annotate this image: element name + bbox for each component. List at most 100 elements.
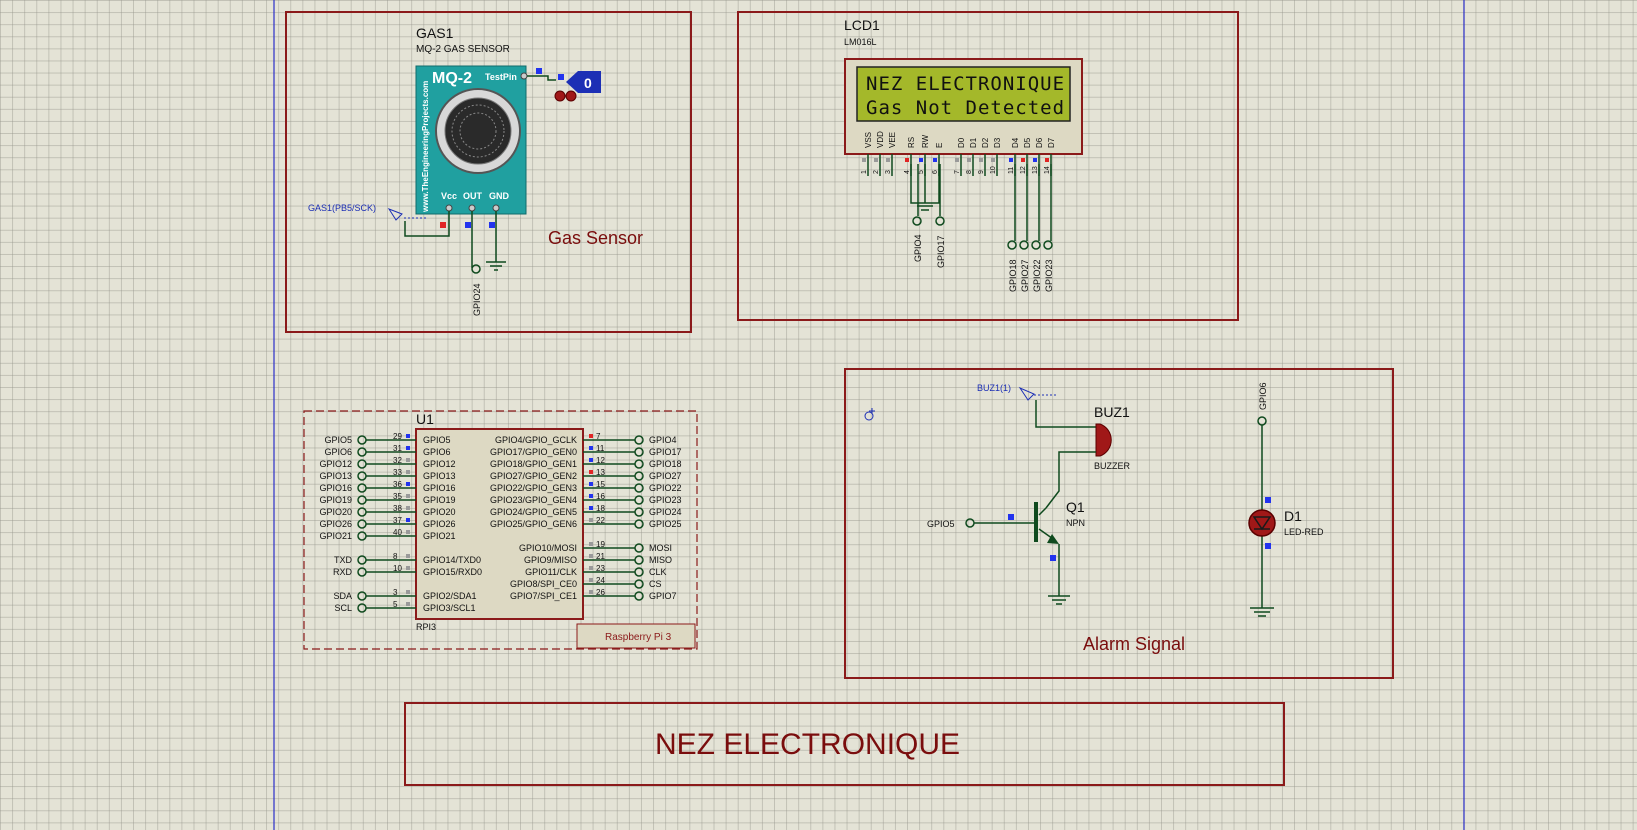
rpi-left-inner-label: GPIO19 (423, 495, 456, 505)
rpi-right-terminal[interactable] (634, 459, 644, 469)
lcd-pin-number: 8 (966, 170, 973, 174)
rpi-left-terminal[interactable] (357, 447, 367, 457)
rpi-left-terminal[interactable] (357, 507, 367, 517)
rpi-left-ext-label: GPIO20 (319, 507, 352, 517)
raspberry-pi-section[interactable]: U1 RPI3 Raspberry Pi 3 GPIO5 29 GPIO5 GPIO6… (303, 410, 698, 650)
rpi-right-terminal[interactable] (634, 591, 644, 601)
rpi-left-terminal[interactable] (357, 435, 367, 445)
rpi-left-ext-label: TXD (334, 555, 353, 565)
rpi-right-terminal[interactable] (634, 447, 644, 457)
alarm-section[interactable]: BUZ1(1) BUZ1 BUZZER GPIO5 Q1 NPN GPIO6 D… (844, 368, 1394, 679)
lcd-pin-name: RS (907, 137, 916, 148)
lcd-pin-marker (967, 158, 971, 162)
lcd-pin-name: VSS (864, 132, 873, 148)
rpi-right-terminal[interactable] (634, 555, 644, 565)
lcd-terminal-gpio27[interactable] (1019, 240, 1029, 250)
rpi-right-terminal[interactable] (634, 471, 644, 481)
rpi-left-pin-marker (406, 494, 410, 498)
rpi-left-terminal[interactable] (357, 567, 367, 577)
rpi-right-ext-label: GPIO22 (649, 483, 682, 493)
lcd-terminal-label-5: GPIO23 (1044, 259, 1054, 292)
rpi-right-inner-label: GPIO4/GPIO_GCLK (495, 435, 577, 445)
rpi-right-pin-number: 13 (596, 468, 605, 477)
lcd-terminal-gpio23[interactable] (1043, 240, 1053, 250)
rpi-left-inner-label: GPIO26 (423, 519, 456, 529)
gas-part: MQ-2 GAS SENSOR (416, 44, 510, 55)
lcd-pin-name: D0 (957, 137, 966, 148)
lcd-pin-number: 10 (990, 166, 997, 174)
led-icon[interactable] (1248, 509, 1276, 537)
rpi-right-inner-label: GPIO24/GPIO_GEN5 (490, 507, 577, 517)
lcd-pin-marker (933, 158, 937, 162)
rpi-right-terminal[interactable] (634, 543, 644, 553)
rpi-left-inner-label: GPIO21 (423, 531, 456, 541)
rpi-part: RPI3 (416, 622, 436, 632)
alarm-section-title: Alarm Signal (1083, 634, 1185, 654)
lcd-section[interactable]: LCD1 LM016L NEZ ELECTRONIQUE Gas Not Det… (737, 11, 1239, 321)
rpi-right-ext-label: GPIO25 (649, 519, 682, 529)
rpi-right-pin-marker (589, 482, 593, 486)
gpio24-terminal[interactable] (471, 264, 481, 274)
mq2-gnd-label: GND (489, 191, 510, 201)
buzzer-icon[interactable] (1095, 423, 1112, 457)
rpi-right-pin-number: 19 (596, 540, 605, 549)
rpi-left-terminal[interactable] (357, 483, 367, 493)
rpi-right-pin-marker (589, 518, 593, 522)
lcd-ground-icon (917, 205, 933, 211)
lcd-pin-marker (862, 158, 866, 162)
rpi-left-ext-label: GPIO21 (319, 531, 352, 541)
rpi-left-ext-label: SCL (334, 603, 352, 613)
gas-sensor-section[interactable]: GAS1 MQ-2 GAS SENSOR MQ-2 TestPin www.Th… (285, 11, 692, 333)
rpi-left-terminal[interactable] (357, 459, 367, 469)
rpi-right-terminal[interactable] (634, 567, 644, 577)
q-base-terminal[interactable] (965, 518, 975, 528)
rpi-left-terminal[interactable] (357, 519, 367, 529)
rpi-left-terminal[interactable] (357, 555, 367, 565)
rpi-right-ext-label: GPIO24 (649, 507, 682, 517)
lcd-terminal-gpio17[interactable] (935, 216, 945, 226)
mq2-module[interactable]: MQ-2 TestPin www.TheEngineeringProjects.… (415, 65, 528, 215)
lcd-pin-marker (979, 158, 983, 162)
lcd-pin-marker (1021, 158, 1025, 162)
lcd-pin-number: 1 (861, 170, 868, 174)
rpi-left-inner-label: GPIO14/TXD0 (423, 555, 481, 565)
rpi-left-inner-label: GPIO5 (423, 435, 451, 445)
rpi-right-pin-marker (589, 458, 593, 462)
rpi-right-inner-label: GPIO11/CLK (525, 567, 577, 577)
rpi-right-terminal[interactable] (634, 507, 644, 517)
lcd-pin-marker (991, 158, 995, 162)
rpi-left-terminal[interactable] (357, 531, 367, 541)
led-terminal[interactable] (1257, 416, 1267, 426)
rpi-right-ext-label: MISO (649, 555, 672, 565)
lcd-pin-name: D1 (969, 137, 978, 148)
rpi-right-ext-label: GPIO17 (649, 447, 682, 457)
buzzer-netlabel: BUZ1(1) (977, 383, 1011, 393)
rpi-right-inner-label: GPIO27/GPIO_GEN2 (490, 471, 577, 481)
rpi-right-inner-label: GPIO8/SPI_CE0 (510, 579, 577, 589)
rpi-right-terminal[interactable] (634, 435, 644, 445)
rpi-left-terminal[interactable] (357, 591, 367, 601)
rpi-left-terminal[interactable] (357, 495, 367, 505)
rpi-left-terminal[interactable] (357, 603, 367, 613)
lcd-terminal-gpio22[interactable] (1031, 240, 1041, 250)
origin-marker-icon (864, 411, 874, 421)
rpi-right-pin-number: 16 (596, 492, 605, 501)
rpi-left-pin-number: 37 (393, 516, 402, 525)
rpi-left-pin-marker (406, 590, 410, 594)
rpi-right-terminal[interactable] (634, 519, 644, 529)
rpi-right-ext-label: GPIO7 (649, 591, 677, 601)
rpi-left-pin-marker (406, 458, 410, 462)
rpi-left-pin-marker (406, 470, 410, 474)
rpi-right-terminal[interactable] (634, 495, 644, 505)
rpi-right-terminal[interactable] (634, 483, 644, 493)
rpi-right-terminal[interactable] (634, 579, 644, 589)
rpi-left-terminal[interactable] (357, 471, 367, 481)
rpi-left-pin-marker (406, 506, 410, 510)
rpi-right-ext-label: CLK (649, 567, 667, 577)
rpi-left-pin-number: 8 (393, 552, 398, 561)
rpi-left-pin-number: 32 (393, 456, 402, 465)
gpio24-label: GPIO24 (472, 283, 482, 316)
rpi-left-pin-marker (406, 554, 410, 558)
lcd-terminal-gpio4[interactable] (912, 216, 922, 226)
lcd-terminal-gpio18[interactable] (1007, 240, 1017, 250)
